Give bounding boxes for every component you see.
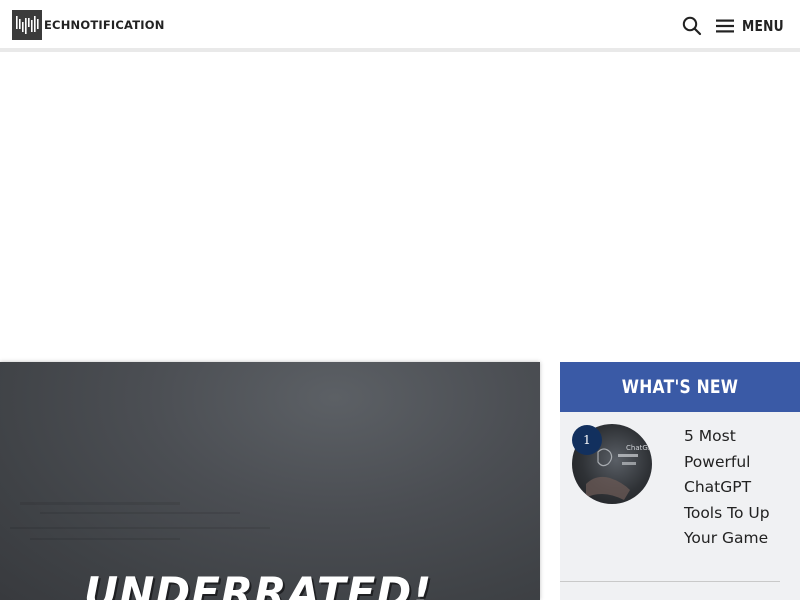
thumbnail-label: ChatGPT	[626, 444, 652, 452]
hero-texture	[10, 502, 270, 540]
hamburger-icon	[716, 19, 734, 33]
rank-badge: 1	[572, 425, 602, 455]
sidebar-title: WHAT'S NEW	[560, 362, 800, 412]
whats-new-sidebar: WHAT'S NEW ChatGPT 1 5 Most Powerful Cha…	[560, 362, 800, 600]
search-icon	[682, 16, 702, 36]
search-button[interactable]	[680, 14, 704, 38]
logo-mark-icon	[12, 10, 42, 40]
logo-text: ECHNOTIFICATION	[44, 18, 165, 32]
news-item[interactable]: ChatGPT 1 5 Most Powerful ChatGPT Tools …	[560, 412, 780, 582]
site-header: ECHNOTIFICATION MENU	[0, 0, 800, 52]
ad-space	[0, 56, 800, 362]
featured-image[interactable]: UNDERRATED!	[0, 362, 540, 600]
news-title-link[interactable]: 5 Most Powerful ChatGPT Tools To Up Your…	[684, 424, 780, 552]
site-logo[interactable]: ECHNOTIFICATION	[12, 10, 165, 40]
menu-label: MENU	[742, 17, 784, 35]
hero-overlay-text: UNDERRATED!	[84, 568, 433, 600]
sidebar-title-text: WHAT'S NEW	[621, 376, 739, 398]
menu-button[interactable]: MENU	[716, 13, 793, 39]
